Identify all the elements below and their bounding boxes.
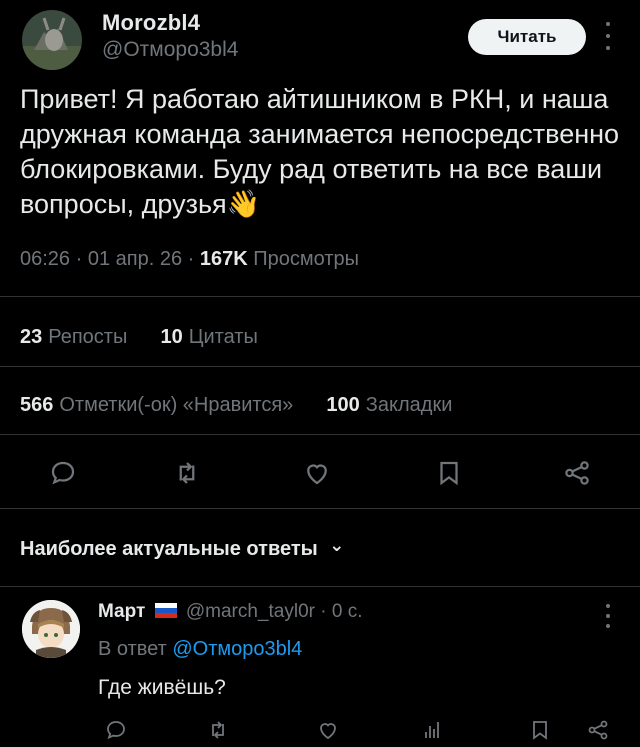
post-text: Привет! Я работаю айтишником в РКН, и на… <box>20 82 620 222</box>
bookmark-icon[interactable] <box>432 456 466 490</box>
reply-mention-link[interactable]: @Отморо3bl4 <box>172 638 302 660</box>
views-count: 167K <box>199 248 248 270</box>
divider <box>0 434 640 435</box>
reply-repost-icon[interactable] <box>206 718 230 747</box>
reply-author-name[interactable]: Март <box>98 601 145 622</box>
replying-to: В ответ @Отморо3bl4 <box>98 638 302 661</box>
author-avatar[interactable] <box>22 10 82 70</box>
reply-like-icon[interactable] <box>316 718 340 747</box>
reply-author-handle[interactable]: @march_tayl0r <box>186 601 315 622</box>
like-icon[interactable] <box>300 456 334 490</box>
reply-author-avatar[interactable] <box>22 600 80 658</box>
follow-button[interactable]: Читать <box>468 19 586 55</box>
views-label: Просмотры <box>253 248 359 270</box>
reply-bookmark-icon[interactable] <box>528 718 552 747</box>
post-date[interactable]: 01 апр. 26 <box>88 248 182 270</box>
reply-text: Где живёшь? <box>98 676 226 699</box>
reply-time[interactable]: 0 с. <box>332 601 363 622</box>
reply-header: Март @march_tayl0r · 0 с. <box>98 601 363 622</box>
quotes-stat[interactable]: 10 Цитаты <box>160 326 257 348</box>
divider <box>0 296 640 297</box>
likes-bookmarks-stats: 566 Отметки(-ок) «Нравится» 100 Закладки <box>20 394 452 417</box>
reply-reply-icon[interactable] <box>104 718 128 747</box>
more-options-icon[interactable] <box>601 22 615 50</box>
divider <box>0 508 640 509</box>
more-options-icon[interactable] <box>601 604 615 628</box>
reply-prefix: В ответ <box>98 638 167 660</box>
share-icon[interactable] <box>560 456 594 490</box>
reposts-stat[interactable]: 23 Репосты <box>20 326 127 348</box>
replies-sort-label: Наиболее актуальные ответы <box>20 538 318 560</box>
reply-views-icon[interactable] <box>420 718 444 747</box>
author-display-name[interactable]: Morozbl4 <box>102 10 200 36</box>
reply-share-icon[interactable] <box>586 718 610 747</box>
reply-icon[interactable] <box>46 456 80 490</box>
post-body: Привет! Я работаю айтишником в РКН, и на… <box>20 84 620 219</box>
replies-sort-dropdown[interactable]: Наиболее актуальные ответы ⌄ <box>20 535 345 561</box>
author-handle[interactable]: @Отморо3bl4 <box>102 38 238 62</box>
post-time[interactable]: 06:26 <box>20 248 70 270</box>
bookmarks-stat[interactable]: 100 Закладки <box>326 394 452 416</box>
chevron-down-icon: ⌄ <box>329 535 345 555</box>
divider <box>0 366 640 367</box>
russia-flag-icon <box>154 602 177 618</box>
divider <box>0 586 640 587</box>
post-meta: 06:26 · 01 апр. 26 · 167K Просмотры <box>20 248 359 270</box>
waving-hand-emoji: 👋 <box>226 189 261 219</box>
repost-quote-stats: 23 Репосты 10 Цитаты <box>20 326 258 349</box>
repost-icon[interactable] <box>170 456 204 490</box>
likes-stat[interactable]: 566 Отметки(-ок) «Нравится» <box>20 394 293 416</box>
